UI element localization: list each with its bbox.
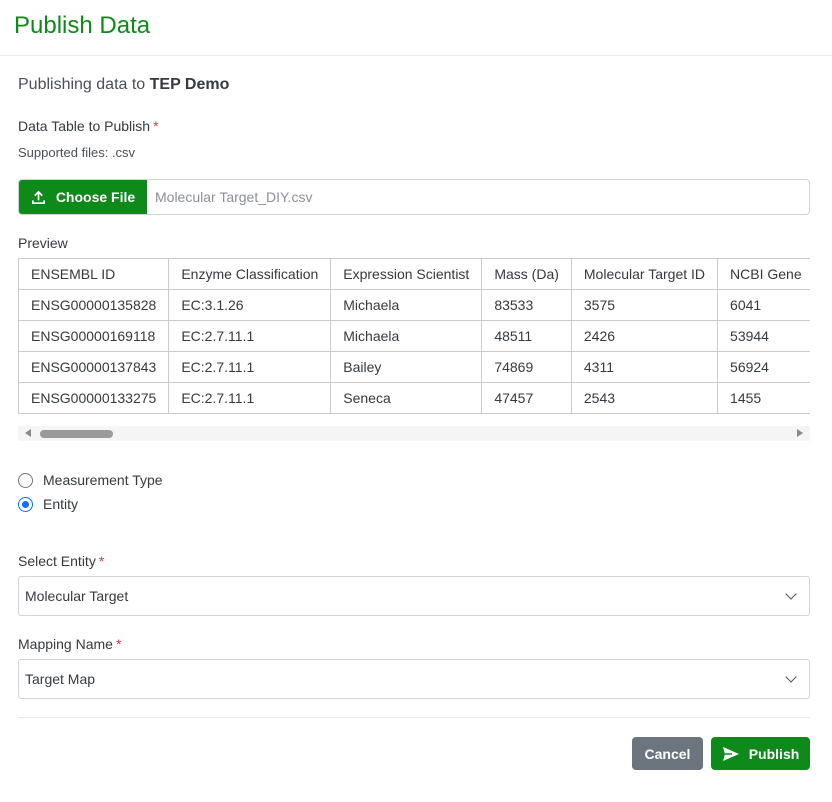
table-row: ENSG00000169118 EC:2.7.11.1 Michaela 48511 2… [18,320,810,352]
table-cell: 53944 [717,320,810,352]
publish-intro: Publishing data to TEP Demo [18,76,229,94]
select-entity-dropdown[interactable]: Molecular Target [18,576,810,616]
chevron-down-icon [785,588,797,600]
file-name-display: Molecular Target_DIY.csv [155,189,313,205]
data-table-label: Data Table to Publish * [18,118,159,134]
scroll-left-arrow-icon[interactable] [25,429,31,437]
publish-button[interactable]: Publish [711,737,810,770]
table-cell: ENSG00000137843 [18,351,170,383]
required-mark: * [115,636,122,652]
table-cell: 2426 [570,320,719,352]
table-cell: 1455 [717,382,810,414]
table-cell: EC:3.1.26 [168,289,332,321]
table-header-cell: ENSEMBL ID [18,258,170,290]
table-header-cell: Molecular Target ID [570,258,719,290]
table-cell: Michaela [330,320,483,352]
table-header-cell: Enzyme Classification [168,258,332,290]
radio-measurement-type-label: Measurement Type [43,472,163,488]
page-title: Publish Data [14,12,151,39]
horizontal-scrollbar[interactable] [18,426,810,441]
radio-entity-control[interactable] [18,496,33,512]
table-header-row: ENSEMBL ID Enzyme Classification Expressio… [18,258,810,290]
table-cell: 74869 [481,351,572,383]
table-cell: 48511 [481,320,572,352]
intro-prefix: Publishing data to [18,76,150,93]
supported-files-hint: Supported files: .csv [18,145,136,160]
scroll-right-arrow-icon[interactable] [797,429,803,437]
select-entity-label: Select Entity * [18,553,105,569]
table-cell: Michaela [330,289,483,321]
preview-label: Preview [18,235,68,251]
radio-entity[interactable]: Entity [18,496,78,512]
select-entity-value: Molecular Target [25,588,129,604]
mapping-name-label: Mapping Name * [18,636,122,652]
table-cell: EC:2.7.11.1 [168,351,332,383]
table-cell: EC:2.7.11.1 [168,382,332,414]
table-row: ENSG00000133275 EC:2.7.11.1 Seneca 47457 254… [18,382,810,414]
modal-header: Publish Data [0,0,832,56]
mapping-name-value: Target Map [25,671,96,687]
table-header-cell: Mass (Da) [481,258,572,290]
scroll-thumb[interactable] [40,430,113,438]
table-cell: 83533 [481,289,572,321]
preview-table: ENSEMBL ID Enzyme Classification Expressio… [18,258,810,414]
upload-icon [31,190,45,204]
mapping-name-dropdown[interactable]: Target Map [18,659,810,699]
table-cell: ENSG00000133275 [18,382,170,414]
required-mark: * [98,553,105,569]
table-cell: 56924 [717,351,810,383]
project-name: TEP Demo [149,76,230,93]
table-cell: 6041 [717,289,810,321]
table-cell: 3575 [570,289,719,321]
choose-file-label: Choose File [55,189,136,205]
chevron-down-icon [785,671,797,683]
footer-divider [18,717,810,718]
table-body: ENSG00000135828 EC:3.1.26 Michaela 83533 357… [18,289,810,414]
table-cell: 2543 [570,382,719,414]
table-cell: 47457 [481,382,572,414]
table-cell: Seneca [330,382,483,414]
send-icon [722,746,739,761]
preview-table-container[interactable]: ENSEMBL ID Enzyme Classification Expressio… [18,258,810,414]
table-header-cell: NCBI Gene [717,258,810,290]
file-upload-field[interactable]: Choose File Molecular Target_DIY.csv [18,179,810,215]
table-cell: ENSG00000135828 [18,289,170,321]
table-cell: 4311 [570,351,719,383]
radio-measurement-type[interactable]: Measurement Type [18,472,163,488]
radio-entity-label: Entity [43,496,79,512]
table-row: ENSG00000135828 EC:3.1.26 Michaela 83533 357… [18,289,810,321]
required-mark: * [153,118,159,134]
table-row: ENSG00000137843 EC:2.7.11.1 Bailey 74869 431… [18,351,810,383]
table-cell: EC:2.7.11.1 [168,320,332,352]
radio-measurement-type-control[interactable] [18,472,33,488]
table-header-cell: Expression Scientist [330,258,483,290]
table-cell: ENSG00000169118 [18,320,170,352]
table-cell: Bailey [330,351,483,383]
cancel-button[interactable]: Cancel [632,737,703,770]
choose-file-button[interactable]: Choose File [19,180,147,214]
publish-label: Publish [748,745,800,762]
